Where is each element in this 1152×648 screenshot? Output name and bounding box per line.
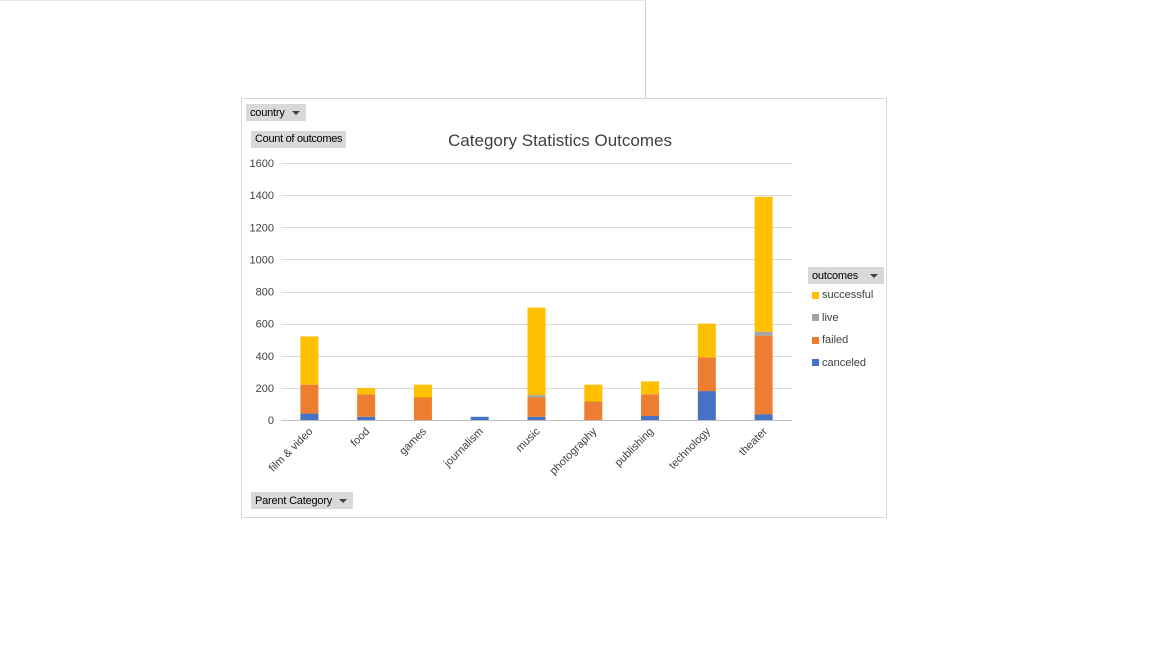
bar-segment-successful[interactable] [697,323,716,358]
x-tick-label: film & video [267,426,316,475]
x-tick-label: technology [667,425,713,471]
bar-segment-canceled[interactable] [357,416,376,420]
bar-segment-successful[interactable] [357,387,376,395]
x-tick-label: photography [548,425,600,477]
bar-segment-successful[interactable] [413,384,432,398]
legend-swatch [812,359,819,366]
x-tick-label: publishing [613,426,657,470]
legend-item-successful[interactable]: successful [812,289,873,301]
y-tick-label: 800 [256,287,274,299]
y-tick-label: 1400 [250,190,274,202]
chart-plot: 0 200 400 600 800 1000 1200 1400 1600 film & vid… [250,158,792,477]
legend-swatch [812,314,819,321]
legend-swatch [812,291,819,299]
bar-segment-failed[interactable] [300,384,319,414]
legend-label: live [822,311,839,324]
bar-segment-failed[interactable] [697,357,716,392]
bar-segment-successful[interactable] [300,336,319,385]
bar-segment-canceled[interactable] [754,414,773,420]
legend-label: successful [822,289,874,301]
bar-segment-failed[interactable] [413,397,432,420]
legend-label: failed [822,334,849,346]
bar-segment-failed[interactable] [357,394,376,417]
bar-segment-live[interactable] [527,395,546,398]
bar-segment-failed[interactable] [754,335,773,415]
bar-segment-failed[interactable] [584,401,603,420]
bar-segment-successful[interactable] [641,381,660,395]
bar-segment-successful[interactable] [584,384,603,402]
y-tick-label: 600 [256,319,274,331]
y-tick-label: 0 [268,415,274,427]
legend-swatch [812,336,819,344]
bar-segment-failed[interactable] [527,397,546,417]
legend-label: canceled [822,356,867,369]
y-tick-label: 1600 [250,158,274,170]
bar-segment-successful[interactable] [754,196,773,332]
bar-segment-successful[interactable] [527,307,546,396]
category-filter-button[interactable]: Parent Category [251,492,354,509]
y-tick-label: 1200 [250,222,274,234]
outcomes-filter-label: outcomes [812,269,859,282]
x-tick-label: journalism [441,426,486,471]
bar-segment-canceled[interactable] [527,416,546,420]
legend-item-live[interactable]: live [812,312,839,324]
chevron-down-icon [870,273,879,278]
bar-segment-failed[interactable] [641,394,660,416]
category-filter-label: Parent Category [255,494,333,507]
legend-item-failed[interactable]: failed [812,334,848,346]
outcomes-filter-button[interactable]: outcomes [808,267,885,284]
bar-segment-canceled[interactable] [300,413,319,420]
bar-segment-canceled[interactable] [697,391,716,420]
bar-segment-live[interactable] [754,331,773,336]
y-tick-label: 1000 [250,254,274,266]
legend-item-canceled[interactable]: canceled [812,357,866,369]
y-tick-label: 400 [256,351,274,363]
x-tick-label: games [397,425,429,457]
bar-segment-canceled[interactable] [470,416,489,420]
y-tick-label: 200 [256,383,274,395]
bar-segment-canceled[interactable] [641,415,660,420]
chevron-down-icon [339,498,348,503]
x-tick-label: food [349,426,373,450]
x-tick-label: music [514,425,543,454]
x-tick-label: theater [737,425,770,458]
